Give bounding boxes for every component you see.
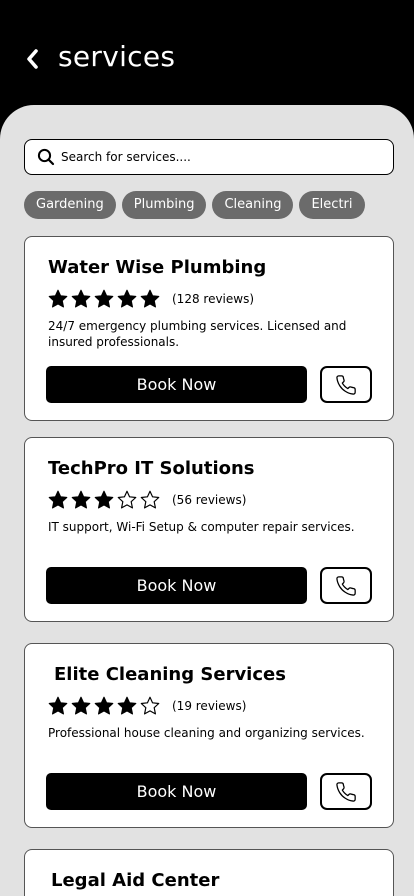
star-empty-icon [140, 490, 160, 509]
book-now-button[interactable]: Book Now [46, 773, 307, 810]
content-sheet: GardeningPlumbingCleaningElectri Water W… [0, 105, 414, 896]
phone-icon [336, 575, 356, 596]
star-filled-icon [94, 289, 114, 308]
phone-icon [336, 781, 356, 802]
page-title: services [58, 40, 176, 73]
star-rating: (128 reviews) [48, 289, 254, 309]
book-now-button[interactable]: Book Now [46, 366, 307, 403]
service-name: Elite Cleaning Services [54, 664, 286, 685]
star-filled-icon [71, 490, 91, 509]
service-card: Water Wise Plumbing (128 reviews) 24/7 e… [24, 236, 394, 421]
service-description: Professional house cleaning and organizi… [48, 726, 365, 740]
star-filled-icon [140, 289, 160, 308]
star-filled-icon [48, 696, 68, 715]
service-description: 24/7 emergency plumbing services. Licens… [48, 319, 347, 349]
chips-edge [386, 191, 390, 219]
star-filled-icon [117, 696, 137, 715]
phone-icon [336, 374, 356, 395]
chip-electrical[interactable]: Electri [299, 191, 365, 219]
chevron-left-icon [27, 49, 38, 69]
service-name: Water Wise Plumbing [48, 257, 267, 278]
star-empty-icon [140, 696, 160, 715]
app-header: services [0, 0, 414, 120]
star-filled-icon [71, 289, 91, 308]
service-name: Legal Aid Center [51, 870, 220, 891]
service-card: Elite Cleaning Services (19 reviews) Pro… [24, 643, 394, 828]
review-count: (56 reviews) [172, 493, 247, 507]
service-card: Legal Aid Center [24, 849, 394, 896]
book-now-button[interactable]: Book Now [46, 567, 307, 604]
star-filled-icon [94, 490, 114, 509]
star-filled-icon [48, 289, 68, 308]
review-count: (128 reviews) [172, 292, 255, 306]
call-button[interactable] [320, 567, 372, 604]
chip-gardening[interactable]: Gardening [24, 191, 116, 219]
chip-plumbing[interactable]: Plumbing [121, 191, 207, 219]
star-filled-icon [71, 696, 91, 715]
review-count: (19 reviews) [172, 699, 247, 713]
star-empty-icon [117, 490, 137, 509]
call-button[interactable] [320, 773, 372, 810]
service-name: TechPro IT Solutions [48, 458, 255, 479]
call-button[interactable] [320, 366, 372, 403]
star-rating: (19 reviews) [48, 696, 246, 716]
service-card: TechPro IT Solutions (56 reviews) IT sup… [24, 437, 394, 622]
search-bar[interactable] [24, 139, 394, 175]
search-input[interactable] [61, 150, 361, 164]
star-filled-icon [48, 490, 68, 509]
star-filled-icon [94, 696, 114, 715]
chip-cleaning[interactable]: Cleaning [212, 191, 294, 219]
search-icon [37, 148, 55, 166]
star-rating: (56 reviews) [48, 490, 246, 510]
star-filled-icon [117, 289, 137, 308]
back-button[interactable] [18, 44, 46, 74]
service-description: IT support, Wi-Fi Setup & computer repai… [48, 520, 355, 534]
category-chips[interactable]: Gardening Plumbing Cleaning Electri [24, 191, 390, 219]
